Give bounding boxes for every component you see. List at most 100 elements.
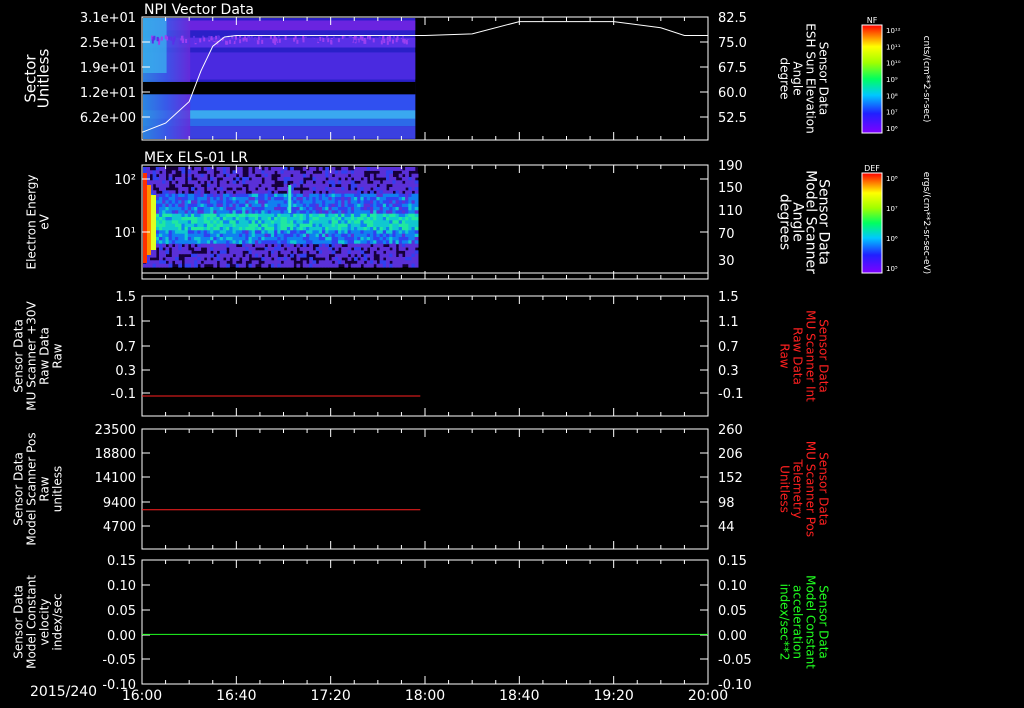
els-cell — [264, 250, 269, 255]
npi-speckle — [374, 37, 377, 42]
els-cell — [309, 170, 313, 175]
y-right-tick-label: -0.05 — [718, 653, 752, 668]
y-right-tick-label: 75.0 — [718, 36, 747, 51]
y-left-axis-label: Model Scanner Pos — [25, 432, 39, 545]
y-left-axis-label: index/sec — [51, 593, 65, 650]
els-cell — [187, 250, 192, 255]
npi-speckle — [230, 38, 233, 43]
y-right-axis-label: degrees — [777, 194, 793, 250]
els-cell — [344, 263, 349, 268]
y-right-tick-label: 1.5 — [718, 290, 739, 305]
npi-speckle — [386, 40, 389, 45]
npi-speckle — [299, 38, 302, 43]
els-cell — [414, 260, 419, 265]
npi-speckle — [392, 39, 394, 44]
colorbar-tick-label: 10⁹ — [886, 76, 898, 84]
els-cell — [184, 190, 189, 195]
colorbar-els — [861, 172, 883, 274]
npi-speckle — [356, 39, 359, 44]
els-cell — [155, 170, 160, 175]
els-cell — [296, 263, 301, 268]
y-right-tick-label: 0.10 — [718, 579, 747, 594]
els-cell — [219, 190, 224, 195]
els-cell — [290, 263, 294, 268]
npi-speckle — [257, 36, 260, 41]
npi-speckle — [181, 39, 184, 43]
y-left-tick-label: 1.5 — [115, 290, 136, 305]
npi-speckle — [284, 36, 287, 40]
y-left-tick-label: 0.05 — [107, 604, 136, 619]
els-cell — [152, 190, 157, 195]
y-left-tick-label: -0.05 — [102, 653, 136, 668]
els-cell — [334, 263, 339, 268]
y-left-tick-label: 0.00 — [107, 629, 136, 644]
els-cell — [389, 170, 393, 175]
npi-speckle — [263, 37, 266, 42]
els-cell — [171, 170, 176, 175]
els-cell — [286, 250, 291, 255]
colorbar-tick-label: 10¹¹ — [886, 43, 901, 51]
npi-speckle — [166, 36, 169, 41]
timeseries-figure: 2015/240 3.1e+01 2.5e+01 1.9e+01 1.2e+01 6.2… — [12, 2, 932, 704]
els-cell — [238, 170, 243, 175]
y-right-axis-label: Unitless — [778, 465, 792, 513]
y-right-tick-label: 0.3 — [718, 364, 739, 379]
els-cell — [414, 230, 419, 235]
els-cell — [296, 170, 301, 175]
els-cell — [379, 250, 384, 255]
npi-speckle — [257, 40, 260, 45]
els-cell — [165, 250, 170, 255]
npi-speckle — [260, 35, 263, 40]
y-left-tick-label: -0.1 — [111, 387, 136, 402]
npi-speckle — [317, 37, 320, 42]
npi-speckle — [156, 36, 159, 41]
els-cell — [370, 250, 374, 255]
y-right-axis-label: Model Constant — [804, 575, 818, 669]
els-cell — [152, 253, 157, 258]
els-cell — [165, 180, 170, 185]
els-cell — [242, 190, 246, 195]
els-cell — [373, 260, 377, 265]
els-cell — [242, 260, 246, 265]
y-left-tick-label: 23500 — [95, 423, 136, 438]
npi-speckle — [242, 37, 245, 42]
npi-speckle — [254, 37, 257, 42]
els-cell — [296, 190, 301, 195]
npi-speckle — [304, 36, 307, 41]
els-cell — [213, 250, 218, 255]
y-left-tick-label: 1.1 — [115, 315, 136, 330]
y-right-axis-label: MU Scanner Pos — [804, 441, 818, 537]
els-cell — [370, 263, 374, 268]
npi-speckle — [294, 35, 297, 40]
date-label: 2015/240 — [30, 684, 97, 700]
els-cell — [178, 263, 182, 268]
npi-speckle — [239, 39, 242, 44]
npi-speckle — [369, 35, 372, 40]
els-cell — [293, 250, 297, 255]
els-cell — [194, 170, 198, 175]
y-right-tick-label: 190 — [718, 159, 743, 174]
npi-speckle — [199, 38, 202, 43]
panel-title: NPI Vector Data — [144, 2, 254, 18]
els-cell — [302, 250, 307, 255]
npi-speckle — [261, 39, 264, 44]
npi-speckle — [158, 40, 161, 45]
y-left-tick-label: 1.9e+01 — [80, 61, 136, 76]
els-cell — [414, 180, 419, 185]
colorbar-units: ergs/(cm**2-sr-sec-eV) — [921, 172, 931, 274]
npi-speckle — [168, 35, 171, 40]
y-right-axis-label: index/sec**2 — [778, 584, 792, 661]
panel-frame-pos — [141, 428, 709, 550]
els-cell — [312, 260, 317, 265]
els-cell — [357, 263, 361, 268]
npi-speckle — [314, 37, 317, 42]
npi-speckle — [337, 38, 340, 43]
npi-speckle — [359, 35, 362, 40]
y-right-tick-label: 60.0 — [718, 86, 747, 101]
els-cell — [213, 190, 218, 195]
y-left-tick-label: 0.10 — [107, 579, 136, 594]
npi-speckle — [332, 39, 335, 44]
y-right-tick-label: 0.05 — [718, 604, 747, 619]
els-cell — [398, 190, 403, 195]
colorbar-tick-label: 10¹⁰ — [886, 60, 901, 68]
